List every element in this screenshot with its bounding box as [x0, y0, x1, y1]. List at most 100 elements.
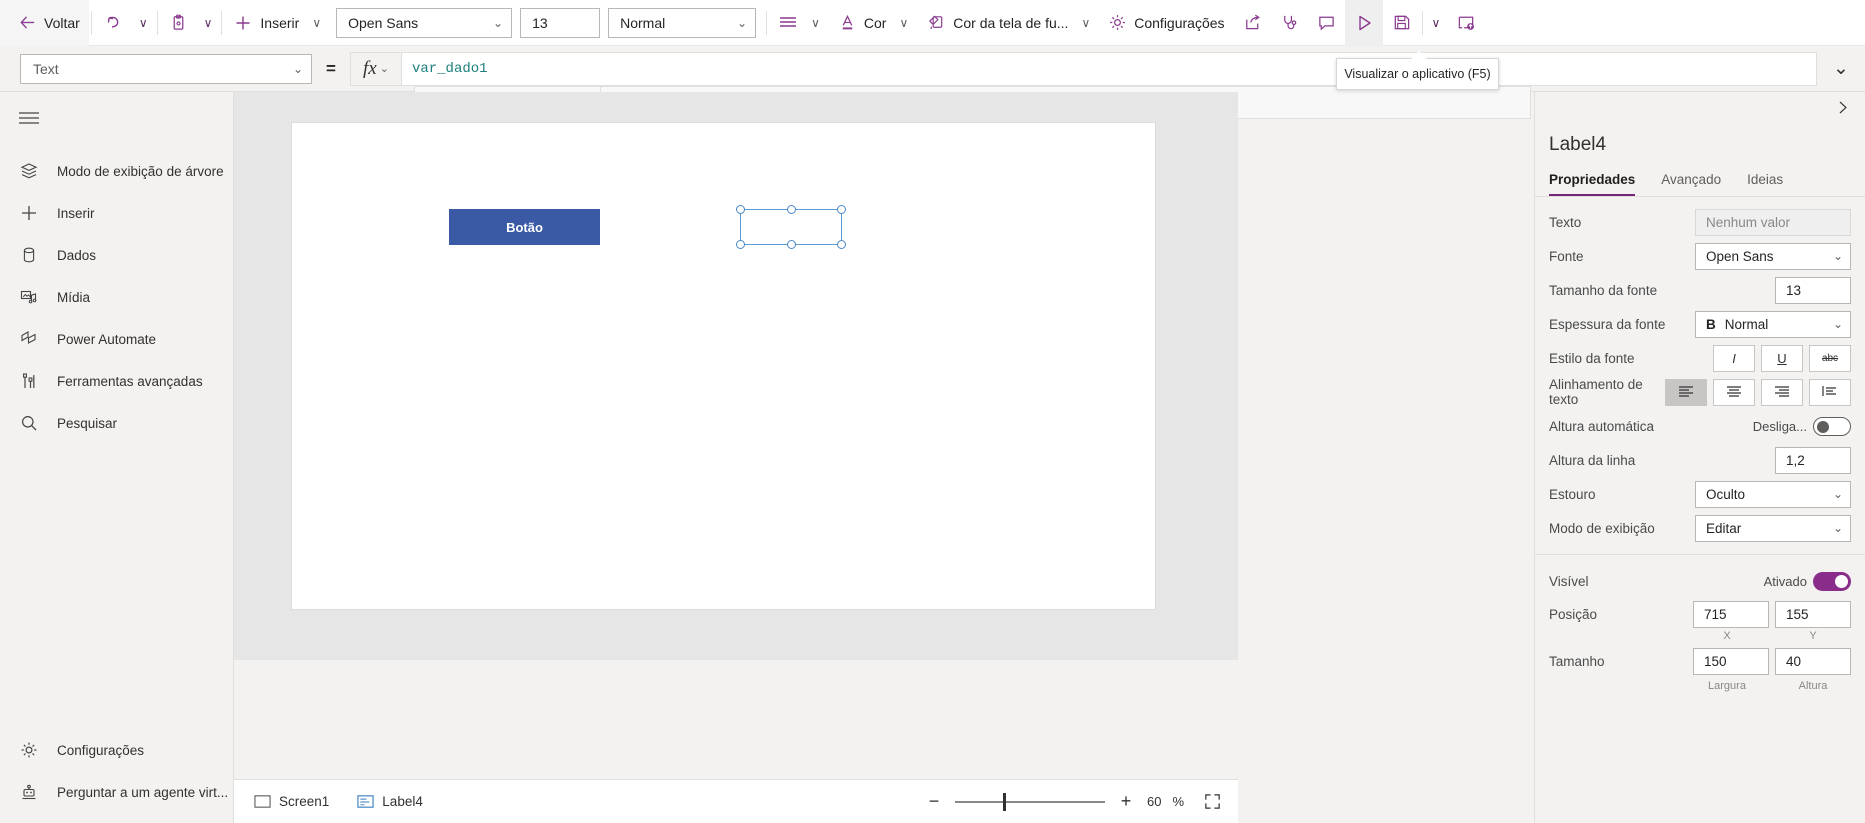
- sidebar-item-advanced-tools[interactable]: Ferramentas avançadas: [0, 360, 233, 402]
- resize-handle-nw[interactable]: [736, 205, 745, 214]
- sidebar-item-settings[interactable]: Configurações: [0, 729, 234, 771]
- insert-button[interactable]: Inserir ∨: [224, 0, 330, 46]
- resize-handle-s[interactable]: [787, 240, 796, 249]
- sidebar-item-label: Inserir: [57, 205, 95, 221]
- back-button[interactable]: Voltar: [0, 0, 89, 46]
- align-right-button[interactable]: [1761, 378, 1803, 406]
- resize-handle-sw[interactable]: [736, 240, 745, 249]
- zoom-in-button[interactable]: +: [1116, 791, 1136, 812]
- property-row-posicao: Posição 715 155: [1535, 598, 1865, 630]
- formula-expand-button[interactable]: ⌄: [1817, 46, 1865, 92]
- resize-handle-n[interactable]: [787, 205, 796, 214]
- font-family-select[interactable]: Open Sans ⌄: [336, 7, 513, 38]
- underline-icon: U: [1777, 350, 1787, 366]
- status-bar: Screen1 Label4 − + 60 %: [234, 779, 1238, 823]
- sidebar-item-media[interactable]: Mídia: [0, 276, 233, 318]
- sidebar-item-virtual-agent[interactable]: Perguntar a um agente virt...: [0, 771, 234, 813]
- zoom-slider[interactable]: [954, 792, 1105, 811]
- tab-ideias[interactable]: Ideias: [1747, 162, 1783, 196]
- visivel-toggle[interactable]: [1813, 571, 1851, 591]
- espessura-fonte-select[interactable]: B Normal ⌄: [1695, 310, 1851, 338]
- property-row-fonte: Fonte Open Sans ⌄: [1535, 239, 1865, 273]
- sidebar-item-label: Configurações: [57, 742, 145, 758]
- property-label: Alinhamento de texto: [1549, 377, 1643, 407]
- sidebar-item-power-automate[interactable]: Power Automate: [0, 318, 233, 360]
- share-button[interactable]: [1234, 0, 1271, 46]
- sidebar-item-data[interactable]: Dados: [0, 234, 233, 276]
- status-control-chip[interactable]: Label4: [343, 780, 437, 823]
- font-color-button[interactable]: Cor ∨: [829, 0, 917, 46]
- settings-button[interactable]: Configurações: [1099, 0, 1233, 46]
- altura-linha-input[interactable]: 1,2: [1775, 446, 1851, 474]
- font-size-input[interactable]: 13: [520, 7, 601, 38]
- align-justify-button[interactable]: [1809, 378, 1851, 406]
- texto-input[interactable]: Nenhum valor: [1695, 208, 1851, 236]
- tamanho-altura-input[interactable]: 40: [1775, 647, 1851, 675]
- zoom-slider-thumb[interactable]: [1002, 792, 1006, 811]
- resize-handle-se[interactable]: [837, 240, 846, 249]
- fit-screen-icon[interactable]: [1203, 792, 1222, 811]
- text-align-button[interactable]: ∨: [769, 0, 829, 46]
- tamanho-fonte-input[interactable]: 13: [1775, 276, 1851, 304]
- posicao-x-input[interactable]: 715: [1693, 600, 1769, 628]
- tab-avancado[interactable]: Avançado: [1661, 162, 1721, 196]
- estouro-select[interactable]: Oculto ⌄: [1695, 480, 1851, 508]
- screen-fill-button[interactable]: Cor da tela de fu... ∨: [917, 0, 1099, 46]
- label-icon: [357, 794, 374, 809]
- property-select[interactable]: Text ⌄: [20, 53, 312, 84]
- sidebar-item-tree-view[interactable]: Modo de exibição de árvore: [0, 150, 233, 192]
- property-row-estilo-fonte: Estilo da fonte I U abc: [1535, 341, 1865, 375]
- sidebar-item-label: Pesquisar: [57, 415, 118, 431]
- canvas-label-control-selected[interactable]: [736, 205, 846, 249]
- fonte-select[interactable]: Open Sans ⌄: [1695, 242, 1851, 270]
- sidebar-item-search[interactable]: Pesquisar: [0, 402, 233, 444]
- strikethrough-button[interactable]: abc: [1809, 344, 1851, 372]
- tab-propriedades[interactable]: Propriedades: [1549, 162, 1636, 196]
- posicao-x-value: 715: [1704, 606, 1727, 622]
- tamanho-largura-input[interactable]: 150: [1693, 647, 1769, 675]
- formula-input[interactable]: var_dado1: [401, 51, 1817, 86]
- zoom-out-button[interactable]: −: [924, 791, 944, 812]
- canvas-area[interactable]: Botão: [234, 92, 1238, 660]
- menu-toggle-button[interactable]: [0, 92, 233, 144]
- canvas-button-control[interactable]: Botão: [449, 209, 600, 245]
- font-weight-select[interactable]: Normal ⌄: [608, 7, 757, 38]
- status-screen-label: Screen1: [279, 794, 330, 809]
- properties-panel: Label4 Propriedades Avançado Ideias Text…: [1534, 92, 1865, 823]
- resize-handle-ne[interactable]: [837, 205, 846, 214]
- properties-tabs: Propriedades Avançado Ideias: [1535, 162, 1865, 197]
- font-size-value: 13: [532, 14, 548, 31]
- save-button[interactable]: [1383, 0, 1420, 46]
- align-left-button[interactable]: [1665, 378, 1707, 406]
- sidebar-item-label: Mídia: [57, 289, 91, 305]
- save-dropdown[interactable]: ∨: [1425, 0, 1448, 46]
- underline-button[interactable]: U: [1761, 344, 1803, 372]
- chevron-right-icon[interactable]: [1834, 99, 1851, 121]
- property-label: Posição: [1549, 606, 1598, 622]
- sidebar-item-insert[interactable]: Inserir: [0, 192, 233, 234]
- fx-button[interactable]: fx ⌄: [349, 51, 402, 86]
- undo-dropdown[interactable]: ∨: [132, 0, 155, 46]
- chevron-down-icon: ⌄: [292, 61, 303, 76]
- paste-dropdown[interactable]: ∨: [197, 0, 220, 46]
- tab-label: Propriedades: [1549, 171, 1636, 187]
- app-screen[interactable]: Botão: [292, 123, 1155, 609]
- publish-button[interactable]: [1447, 0, 1485, 46]
- status-screen-chip[interactable]: Screen1: [234, 780, 343, 823]
- publish-icon: [1456, 13, 1476, 32]
- comments-button[interactable]: [1308, 0, 1345, 46]
- property-label: Altura da linha: [1549, 452, 1636, 468]
- posicao-y-input[interactable]: 155: [1775, 600, 1851, 628]
- preview-app-button[interactable]: [1344, 0, 1383, 46]
- modo-exibicao-select[interactable]: Editar ⌄: [1695, 514, 1851, 542]
- align-center-button[interactable]: [1713, 378, 1755, 406]
- undo-button[interactable]: [94, 0, 132, 46]
- paste-button[interactable]: [160, 0, 197, 46]
- altura-automatica-toggle[interactable]: [1813, 416, 1851, 436]
- property-label: Visível: [1549, 573, 1589, 589]
- align-left-icon: [778, 15, 798, 31]
- italic-button[interactable]: I: [1713, 344, 1755, 372]
- espessura-fonte-value: Normal: [1724, 316, 1769, 332]
- property-row-modo-exibicao: Modo de exibição Editar ⌄: [1535, 511, 1865, 545]
- app-checker-button[interactable]: [1271, 0, 1308, 46]
